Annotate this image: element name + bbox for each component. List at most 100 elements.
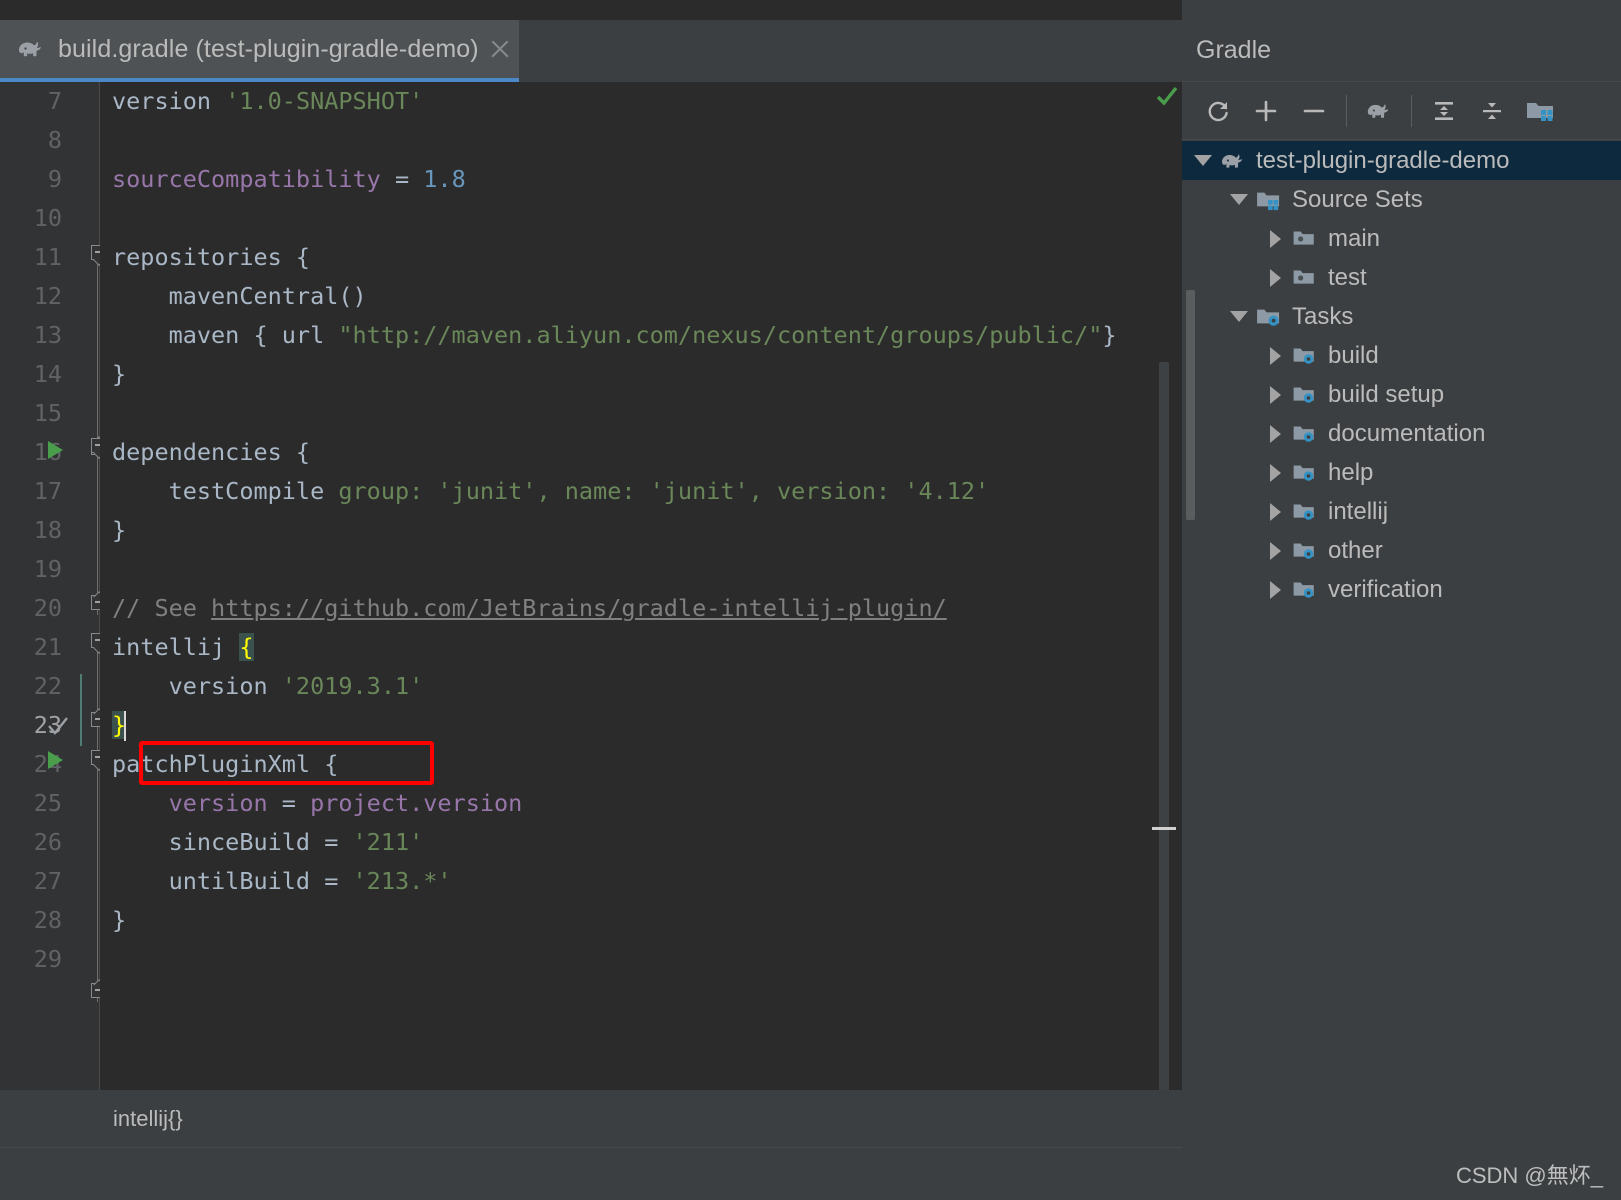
plus-icon[interactable] [1242,87,1290,135]
tree-item-label: documentation [1328,419,1486,447]
minus-icon[interactable] [1290,87,1338,135]
run-task-icon-patchpluginxml[interactable] [48,751,63,769]
caret-position-marker [1152,827,1176,830]
matched-brace-open: { [239,633,254,661]
gradle-panel-scrollbar-thumb[interactable] [1186,290,1195,520]
tasks-folder-icon [1290,537,1320,565]
intellij-window: build.gradle (test-plugin-gradle-demo) 7… [0,0,1621,1200]
tree-item-label: intellij [1328,497,1389,525]
tree-item-label: other [1328,536,1383,564]
tree-item-source-sets[interactable]: Source Sets [1182,180,1621,219]
token: } [112,516,127,544]
tree-item-label: build setup [1328,380,1445,408]
token: testCompile [112,477,339,505]
line-number: 19 [33,555,62,583]
tree-item-build[interactable]: build [1182,336,1621,375]
module-folder-icon[interactable] [1516,87,1564,135]
chevron-down-icon[interactable] [1224,297,1254,336]
token: project.version [310,789,523,817]
code-editor[interactable]: 7 8 9 10 11 12 13 14 15 16 17 18 19 20 2… [0,82,1182,1090]
tree-item-main[interactable]: main [1182,219,1621,258]
line-number: 9 [47,165,62,193]
chevron-right-icon[interactable] [1260,453,1290,492]
token: '213.*' [352,867,452,895]
code-line-11: repositories { [100,238,1182,277]
line-number: 20 [33,594,62,622]
token: version [112,87,212,115]
tree-item-documentation[interactable]: documentation [1182,414,1621,453]
tasks-folder-icon [1290,498,1320,526]
fold-guide-line [97,246,98,461]
gradle-project-tree[interactable]: test-plugin-gradle-demo Source Sets main… [1182,141,1621,609]
run-task-icon-dependencies[interactable] [48,441,63,459]
close-icon[interactable] [487,36,513,62]
code-line-24: patchPluginXml { [100,745,1182,784]
code-line-27: untilBuild = '213.*' [100,862,1182,901]
line-number: 22 [33,672,62,700]
tree-item-label: test [1328,263,1367,291]
status-bar [0,1147,1182,1200]
code-line-21: intellij { [100,628,1182,667]
chevron-right-icon[interactable] [1260,258,1290,297]
code-line-13: maven { url "http://maven.aliyun.com/nex… [100,316,1182,355]
tasks-folder-icon [1254,303,1284,331]
chevron-down-icon[interactable] [1188,141,1218,180]
check-icon [46,714,70,738]
tasks-folder-icon [1290,576,1320,604]
gradle-elephant-icon[interactable] [1355,87,1403,135]
token: // See [112,594,212,622]
token: untilBuild = [112,867,353,895]
line-number: 28 [33,906,62,934]
chevron-right-icon[interactable] [1260,414,1290,453]
token: group: 'junit', name: 'junit', version: … [338,477,990,505]
code-line-14: } [100,355,1182,394]
chevron-right-icon[interactable] [1260,570,1290,609]
tasks-folder-icon [1290,381,1320,409]
tree-item-intellij[interactable]: intellij [1182,492,1621,531]
source-folder-icon [1290,225,1320,253]
code-line-18: } [100,511,1182,550]
comment-url-link[interactable]: https://github.com/JetBrains/gradle-inte… [211,594,947,622]
editor-scrollbar-thumb[interactable] [1159,362,1169,1090]
gradle-toolbar [1182,82,1621,140]
tree-item-project[interactable]: test-plugin-gradle-demo [1182,141,1621,180]
line-number: 7 [47,87,62,115]
tree-item-label: help [1328,458,1374,486]
tree-item-verification[interactable]: verification [1182,570,1621,609]
tree-item-other[interactable]: other [1182,531,1621,570]
chevron-down-icon[interactable] [1224,180,1254,219]
token: 1.8 [423,165,466,193]
tree-item-label: verification [1328,575,1443,603]
line-number: 11 [33,243,62,271]
token: = [380,165,424,193]
breadcrumb[interactable]: intellij{} [113,1106,183,1132]
refresh-icon[interactable] [1194,87,1242,135]
code-line-22: version '2019.3.1' [100,667,1182,706]
inspection-status-ok-icon[interactable] [1155,84,1179,108]
tree-item-build-setup[interactable]: build setup [1182,375,1621,414]
tree-item-help[interactable]: help [1182,453,1621,492]
gradle-elephant-icon [1218,147,1248,175]
expand-all-icon[interactable] [1420,87,1468,135]
line-number: 8 [47,126,62,154]
collapse-all-icon[interactable] [1468,87,1516,135]
chevron-right-icon[interactable] [1260,375,1290,414]
tree-item-label: main [1328,224,1381,252]
tree-item-label: Source Sets [1292,185,1423,213]
toolbar-separator [1411,94,1412,127]
chevron-right-icon[interactable] [1260,219,1290,258]
line-number: 27 [33,867,62,895]
token: } [112,360,127,388]
token: '2019.3.1' [281,672,424,700]
line-number: 10 [33,204,62,232]
chevron-right-icon[interactable] [1260,492,1290,531]
tree-item-tasks[interactable]: Tasks [1182,297,1621,336]
tree-item-test[interactable]: test [1182,258,1621,297]
fold-guide-line [97,440,98,615]
code-text-area[interactable]: version '1.0-SNAPSHOT' sourceCompatibili… [100,82,1182,1090]
chevron-right-icon[interactable] [1260,531,1290,570]
chevron-right-icon[interactable] [1260,336,1290,375]
editor-tab-build-gradle[interactable]: build.gradle (test-plugin-gradle-demo) [0,20,519,82]
token: } [1102,321,1117,349]
